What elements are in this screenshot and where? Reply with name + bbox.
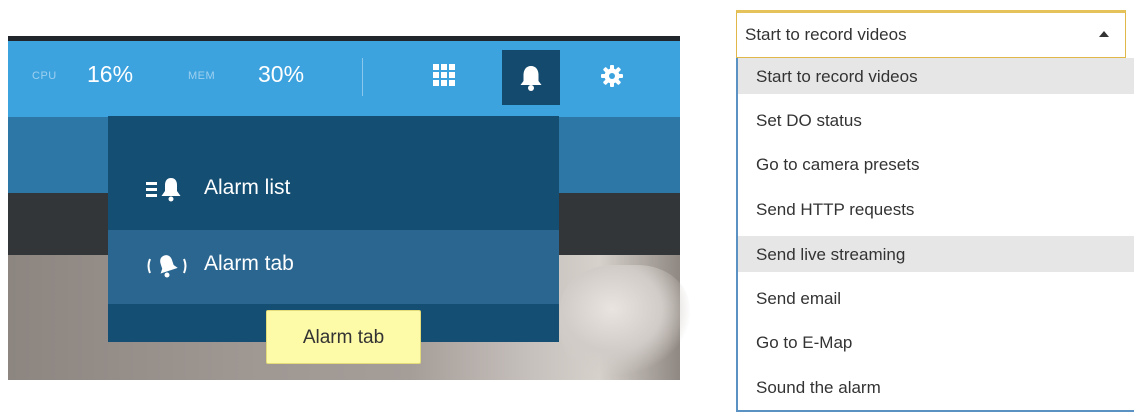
mem-label: MEM: [188, 70, 216, 82]
option-label: Sound the alarm: [756, 378, 881, 397]
option-label: Send HTTP requests: [756, 200, 915, 219]
action-select-value: Start to record videos: [745, 25, 907, 44]
option-label: Send live streaming: [756, 245, 906, 264]
option-label: Start to record videos: [756, 67, 918, 86]
action-options-list: Start to record videos Set DO status Go …: [736, 58, 1134, 412]
option-send-http-requests[interactable]: Send HTTP requests: [738, 191, 1134, 227]
video-highlight: [560, 265, 690, 375]
cpu-value: 16%: [87, 61, 134, 87]
menu-item-alarm-list[interactable]: Alarm list: [108, 154, 559, 228]
option-label: Go to E-Map: [756, 333, 853, 352]
gear-icon[interactable]: [600, 64, 624, 88]
option-send-email[interactable]: Send email: [738, 280, 1134, 316]
live-view-panel: CPU 16% MEM 30% Alarm list Alarm tab Ala…: [0, 0, 690, 416]
option-start-record-videos[interactable]: Start to record videos: [738, 58, 1134, 94]
menu-item-alarm-tab[interactable]: Alarm tab: [108, 230, 559, 304]
option-set-do-status[interactable]: Set DO status: [738, 102, 1134, 138]
option-go-to-e-map[interactable]: Go to E-Map: [738, 324, 1134, 360]
option-label: Send email: [756, 289, 842, 308]
bell-icon: [520, 66, 542, 91]
option-label: Go to camera presets: [756, 155, 920, 174]
action-select[interactable]: Start to record videos: [736, 10, 1126, 58]
grid-icon[interactable]: [433, 64, 455, 86]
cpu-label: CPU: [32, 70, 57, 82]
tooltip-text: Alarm tab: [302, 327, 385, 348]
option-label: Set DO status: [756, 111, 862, 130]
action-select-panel: Start to record videos Start to record v…: [728, 0, 1134, 416]
toolbar-divider: [362, 58, 363, 96]
alarm-list-icon: [146, 178, 181, 202]
option-go-to-camera-presets[interactable]: Go to camera presets: [738, 146, 1134, 182]
alarm-list-label: Alarm list: [204, 176, 291, 199]
alarm-button[interactable]: [502, 50, 560, 105]
option-sound-the-alarm[interactable]: Sound the alarm: [738, 369, 1134, 405]
caret-up-icon: [1099, 31, 1109, 37]
alarm-dropdown-menu: Alarm list Alarm tab: [108, 116, 559, 342]
alarm-tab-icon: [147, 255, 187, 278]
mem-value: 30%: [258, 61, 305, 87]
tooltip: Alarm tab: [266, 310, 421, 364]
option-send-live-streaming[interactable]: Send live streaming: [738, 236, 1134, 272]
alarm-tab-label: Alarm tab: [204, 252, 294, 275]
